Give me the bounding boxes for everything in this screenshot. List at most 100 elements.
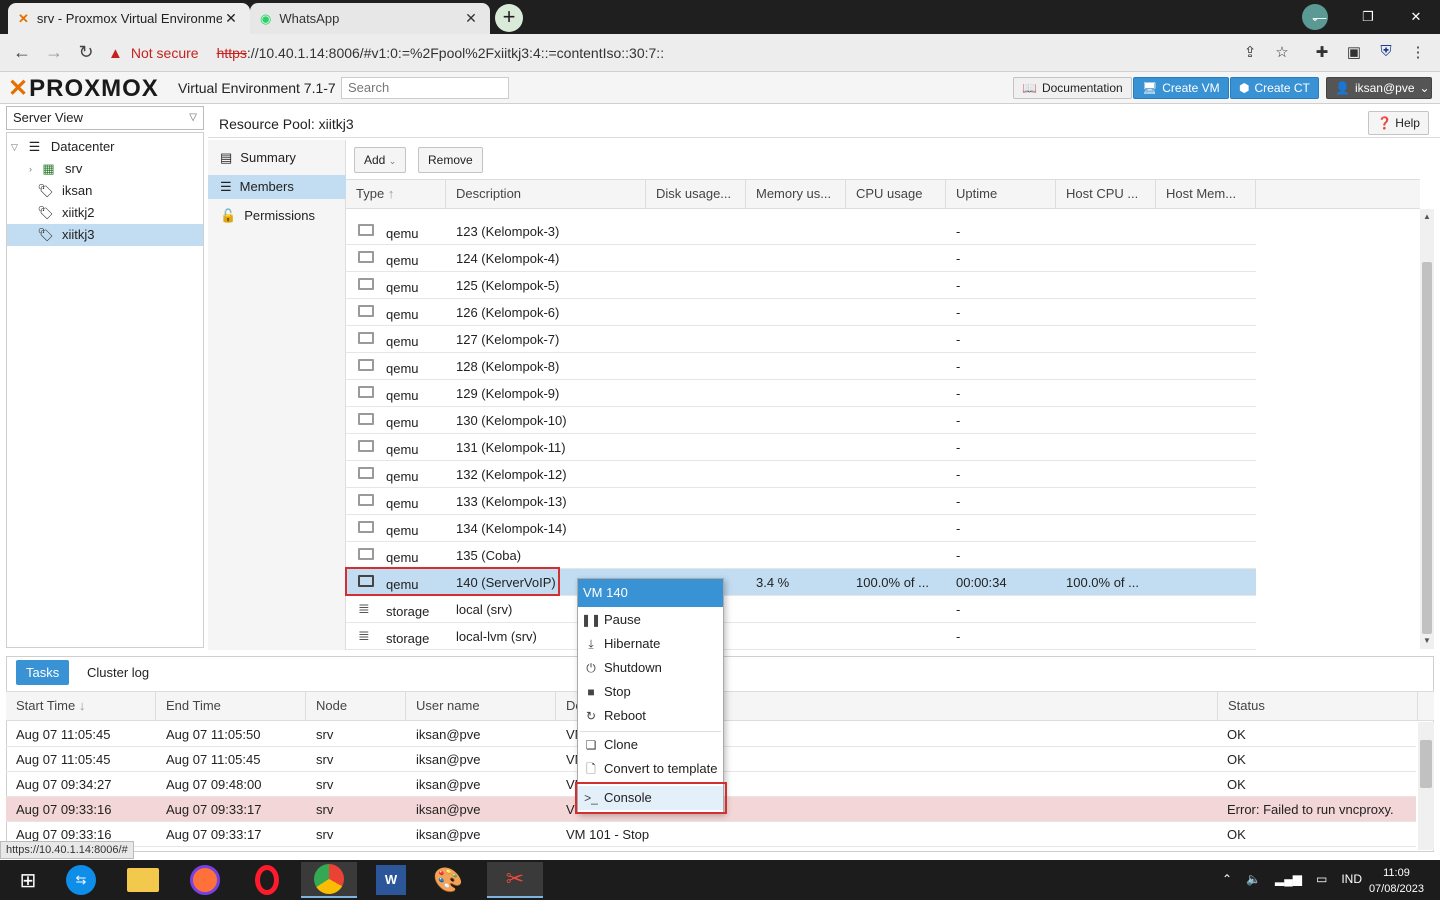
grid-scrollbar-thumb[interactable] bbox=[1422, 262, 1432, 634]
add-button[interactable]: Add ⌄ bbox=[354, 147, 407, 173]
back-icon[interactable]: ← bbox=[10, 42, 34, 63]
table-row[interactable]: qemu 124 (Kelompok-4) - bbox=[346, 245, 1256, 272]
create-ct-button[interactable]: ⬢ Create CT bbox=[1230, 77, 1319, 99]
table-row[interactable]: qemu 135 (Coba) - bbox=[346, 542, 1256, 569]
table-row[interactable]: ≣ storage local-lvm (srv) - bbox=[346, 623, 1256, 650]
chrome-icon[interactable] bbox=[301, 862, 357, 898]
nav-summary[interactable]: ▤ Summary bbox=[208, 146, 346, 170]
menu-item-convert-template[interactable]: 🗋 Convert to template bbox=[578, 757, 723, 781]
menu-item-reboot[interactable]: ↻ Reboot bbox=[578, 704, 723, 728]
tasks-scrollbar-thumb[interactable] bbox=[1420, 740, 1432, 788]
help-button[interactable]: ❓ Help bbox=[1368, 111, 1429, 135]
cell-uptime: - bbox=[956, 413, 961, 428]
opera-icon[interactable] bbox=[239, 862, 295, 898]
col-end-time[interactable]: End Time bbox=[156, 691, 306, 721]
create-vm-button[interactable]: 🖥 Create VM bbox=[1133, 77, 1229, 99]
shield-extension-icon[interactable]: ⛨ bbox=[1376, 43, 1396, 60]
language-indicator[interactable]: IND bbox=[1341, 872, 1362, 886]
remove-button[interactable]: Remove bbox=[418, 147, 483, 173]
sidepanel-icon[interactable]: ▣ bbox=[1344, 43, 1364, 61]
tab-cluster-log[interactable]: Cluster log bbox=[87, 665, 149, 680]
task-cell-status: OK bbox=[1227, 777, 1246, 792]
table-row[interactable]: qemu 129 (Kelompok-9) - bbox=[346, 380, 1256, 407]
tree-item-srv[interactable]: › ▦ srv bbox=[7, 158, 203, 180]
url-text: ://10.40.1.14:8006/#v1:0:=%2Fpool%2Fxiit… bbox=[246, 45, 665, 61]
table-row[interactable]: qemu 126 (Kelompok-6) - bbox=[346, 299, 1256, 326]
url-field[interactable]: ▲ Not secure https ://10.40.1.14:8006/#v… bbox=[108, 38, 1308, 68]
col-cpu[interactable]: CPU usage bbox=[846, 179, 946, 209]
task-cell-node: srv bbox=[316, 827, 334, 842]
search-input[interactable]: Search bbox=[341, 77, 509, 99]
scroll-up-icon[interactable]: ▲ bbox=[1423, 212, 1431, 221]
col-host-mem[interactable]: Host Mem... bbox=[1156, 179, 1256, 209]
menu-item-shutdown[interactable]: ⏻ Shutdown bbox=[578, 656, 723, 680]
scroll-down-icon[interactable]: ▼ bbox=[1423, 636, 1431, 645]
col-disk[interactable]: Disk usage... bbox=[646, 179, 746, 209]
tray-overflow-icon[interactable]: ⌃ bbox=[1222, 872, 1232, 886]
clock[interactable]: 11:09 07/08/2023 bbox=[1369, 865, 1424, 897]
snipping-tool-icon[interactable]: ✂ bbox=[487, 862, 543, 898]
col-start-time[interactable]: Start Time ↓ bbox=[6, 691, 156, 721]
tab-whatsapp[interactable]: ◉ WhatsApp ✕ bbox=[250, 3, 490, 34]
table-row[interactable]: qemu 134 (Kelompok-14) - bbox=[346, 515, 1256, 542]
network-icon[interactable]: ▂▄▆ bbox=[1275, 872, 1302, 886]
tab-title: WhatsApp bbox=[279, 11, 340, 26]
table-row[interactable]: qemu 133 (Kelompok-13) - bbox=[346, 488, 1256, 515]
volume-icon[interactable]: 🔈 bbox=[1246, 872, 1261, 886]
extensions-icon[interactable]: ✚ bbox=[1312, 43, 1332, 61]
share-icon[interactable]: ⇪ bbox=[1240, 43, 1260, 61]
table-row[interactable]: qemu 123 (Kelompok-3) - bbox=[346, 218, 1256, 245]
tree-item-xiitkj3[interactable]: 🏷 xiitkj3 bbox=[7, 224, 203, 246]
tree-item-datacenter[interactable]: ▽ ☰ Datacenter bbox=[7, 136, 203, 158]
tree-item-xiitkj2[interactable]: 🏷 xiitkj2 bbox=[7, 202, 203, 224]
close-window-icon[interactable]: ✕ bbox=[1392, 9, 1440, 25]
col-node[interactable]: Node bbox=[306, 691, 406, 721]
word-icon[interactable]: W bbox=[363, 862, 419, 898]
tab-proxmox[interactable]: ✕ srv - Proxmox Virtual Environmen ✕ bbox=[8, 3, 250, 34]
documentation-label: Documentation bbox=[1041, 81, 1123, 95]
new-tab-button[interactable]: + bbox=[495, 4, 523, 32]
table-row[interactable]: qemu 125 (Kelompok-5) - bbox=[346, 272, 1256, 299]
col-uptime[interactable]: Uptime bbox=[946, 179, 1056, 209]
documentation-button[interactable]: 📖 Documentation bbox=[1013, 77, 1132, 99]
col-type[interactable]: Type ↑ bbox=[346, 179, 446, 209]
table-row[interactable]: qemu 130 (Kelompok-10) - bbox=[346, 407, 1256, 434]
bookmark-star-icon[interactable]: ☆ bbox=[1272, 43, 1292, 61]
file-explorer-icon[interactable] bbox=[115, 862, 171, 898]
col-memory[interactable]: Memory us... bbox=[746, 179, 846, 209]
task-row[interactable]: Aug 07 09:33:16 Aug 07 09:33:17 srv iksan@p… bbox=[6, 822, 1416, 847]
table-row[interactable]: ≣ storage local (srv) - bbox=[346, 596, 1256, 623]
nav-members[interactable]: ☰ Members bbox=[208, 175, 346, 199]
col-description[interactable]: Description bbox=[446, 179, 646, 209]
task-cell-status: OK bbox=[1227, 827, 1246, 842]
server-view-select[interactable]: Server View ▽ bbox=[6, 106, 204, 130]
tab-tasks[interactable]: Tasks bbox=[16, 660, 70, 685]
close-tab-icon[interactable]: ✕ bbox=[222, 10, 240, 27]
user-menu-button[interactable]: 👤 iksan@pve ⌄ bbox=[1326, 77, 1432, 99]
forward-icon[interactable]: → bbox=[42, 42, 66, 63]
table-row[interactable]: qemu 128 (Kelompok-8) - bbox=[346, 353, 1256, 380]
minimize-icon[interactable]: — bbox=[1296, 10, 1344, 25]
menu-item-pause[interactable]: ❚❚ Pause bbox=[578, 608, 723, 632]
table-row[interactable]: qemu 127 (Kelompok-7) - bbox=[346, 326, 1256, 353]
close-tab-icon[interactable]: ✕ bbox=[462, 10, 480, 27]
menu-item-clone[interactable]: ❏ Clone bbox=[578, 733, 723, 757]
col-user[interactable]: User name bbox=[406, 691, 556, 721]
menu-item-stop[interactable]: ■ Stop bbox=[578, 680, 723, 704]
battery-icon[interactable]: ▭ bbox=[1316, 872, 1327, 886]
nav-permissions[interactable]: 🔓 Permissions bbox=[208, 204, 346, 228]
col-host-cpu[interactable]: Host CPU ... bbox=[1056, 179, 1156, 209]
tree-item-iksan[interactable]: 🏷 iksan bbox=[7, 180, 203, 202]
col-status[interactable]: Status bbox=[1218, 691, 1418, 721]
table-row[interactable]: qemu 132 (Kelompok-12) - bbox=[346, 461, 1256, 488]
maximize-icon[interactable]: ❐ bbox=[1344, 9, 1392, 25]
menu-item-hibernate[interactable]: ⤓ Hibernate bbox=[578, 632, 723, 656]
reload-icon[interactable]: ↻ bbox=[74, 42, 98, 63]
paint-icon[interactable]: 🎨 bbox=[420, 862, 476, 898]
task-cell-end: Aug 07 09:48:00 bbox=[166, 777, 262, 792]
table-row[interactable]: qemu 131 (Kelompok-11) - bbox=[346, 434, 1256, 461]
firefox-icon[interactable] bbox=[177, 862, 233, 898]
browser-menu-icon[interactable]: ⋮ bbox=[1408, 43, 1428, 61]
windows-start-icon[interactable]: ⊞ bbox=[0, 862, 56, 898]
teamviewer-icon[interactable]: ⇆ bbox=[53, 862, 109, 898]
